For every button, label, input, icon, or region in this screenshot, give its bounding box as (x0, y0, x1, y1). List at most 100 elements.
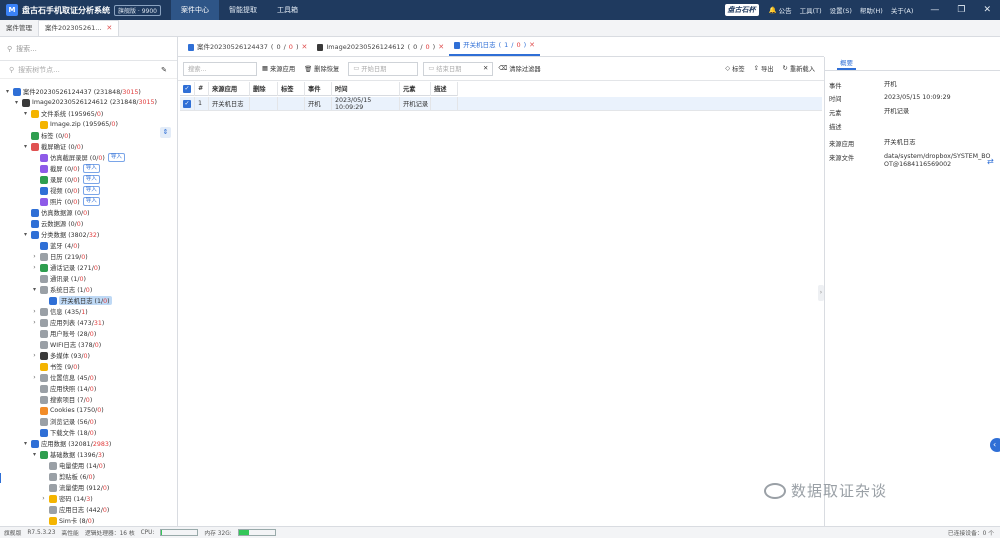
tag-button[interactable]: ◇ 标签 (725, 64, 744, 73)
import-button[interactable]: 导入 (82, 175, 100, 184)
content-tab[interactable]: Image20230526124612 (0/0) ✕ (312, 38, 449, 56)
tree-node[interactable]: ▾ 系统日志 (1/0) (31, 284, 92, 295)
tree-node[interactable]: 电量使用 (14/0) (40, 460, 105, 471)
import-button[interactable]: 导入 (82, 186, 100, 195)
close-icon[interactable]: ✕ (983, 5, 991, 15)
row-checkbox[interactable]: ✓ (180, 96, 195, 111)
panel-search-input[interactable]: 搜索... (16, 44, 37, 54)
col-source-app[interactable]: 来源应用 (209, 81, 250, 96)
tree-node[interactable]: 应用日志 (442/0) (40, 504, 109, 515)
nav-smart-extract[interactable]: 智能提取 (219, 0, 267, 20)
chevron-right-icon[interactable]: › (31, 308, 38, 315)
nav-toolbox[interactable]: 工具箱 (267, 0, 308, 20)
chevron-right-icon[interactable]: › (31, 264, 38, 271)
panel-search[interactable]: ⚲ 搜索... (0, 37, 177, 61)
chevron-down-icon[interactable]: ▾ (4, 88, 11, 95)
chevron-down-icon[interactable]: ▾ (31, 451, 38, 458)
tree-node[interactable]: 开关机日志 (1/0) (40, 295, 112, 306)
tab-summary[interactable]: 概要 (825, 57, 1000, 71)
import-button[interactable]: 导入 (82, 164, 100, 173)
open-source-icon[interactable]: ⇄ (987, 157, 994, 166)
tree-node[interactable]: 截屏 (0/0) 导入 (31, 163, 100, 174)
col-element[interactable]: 元素 (400, 81, 431, 96)
select-all-checkbox[interactable]: ✓ (180, 81, 195, 96)
import-button[interactable]: 导入 (107, 153, 125, 162)
tree-node[interactable]: ▾ 案件20230526124437 (231848/3015) (4, 86, 141, 97)
tree-node[interactable]: ▾ 基础数据 (1396/3) (31, 449, 104, 460)
tree-node[interactable]: › 信息 (435/1) (31, 306, 88, 317)
expand-side-icon[interactable]: ‹ (990, 438, 1000, 452)
locate-icon[interactable]: ⇕ (160, 127, 171, 138)
import-button[interactable]: 导入 (82, 197, 100, 206)
tree-node[interactable]: 通讯录 (1/0) (31, 273, 86, 284)
tree-node[interactable]: › 日历 (219/0) (31, 251, 88, 262)
source-app-filter[interactable]: ▦ 来源应用 (262, 64, 295, 73)
tree-node[interactable]: ▾ 分类数据 (3802/32) (22, 229, 99, 240)
start-date-field[interactable]: ▭ 开始日期 (348, 61, 419, 76)
chevron-down-icon[interactable]: ▾ (22, 143, 29, 150)
tree-node[interactable]: 浏览记录 (56/0) (31, 416, 96, 427)
tree-node[interactable]: 流量使用 (912/0) (40, 482, 109, 493)
col-tag[interactable]: 标签 (278, 81, 305, 96)
chevron-down-icon[interactable]: ▾ (22, 440, 29, 447)
close-tab-icon[interactable]: ✕ (301, 38, 307, 56)
close-tab-icon[interactable]: ✕ (106, 21, 112, 36)
clear-icon[interactable]: ✎ (161, 66, 167, 74)
reload-button[interactable]: ↻ 重新载入 (783, 64, 815, 73)
tree-node[interactable]: › 通话记录 (271/0) (31, 262, 100, 273)
minimize-icon[interactable]: — (930, 5, 939, 15)
tree-node[interactable]: ▾ 应用数据 (32081/2983) (22, 438, 111, 449)
tree-node[interactable]: ▾ Image20230526124612 (231848/3015) (13, 97, 157, 108)
tree-node[interactable]: Image.zip (195965/0) (31, 119, 118, 130)
col-deleted[interactable]: 删除 (250, 81, 278, 96)
clear-date-icon[interactable]: ✕ (483, 65, 488, 72)
tree-search-input[interactable]: 搜索树节点... (18, 65, 60, 75)
tree-node[interactable]: 照片 (0/0) 导入 (31, 196, 100, 207)
end-date-field[interactable]: ▭ 结束日期 ✕ (423, 61, 494, 76)
tree-node[interactable]: › 密码 (14/3) (40, 493, 93, 504)
announcement-button[interactable]: 🔔 公告 (769, 5, 792, 15)
tree-node[interactable]: 应用快照 (14/0) (31, 383, 96, 394)
chevron-right-icon[interactable]: › (40, 495, 47, 502)
help-menu[interactable]: 帮助(H) (860, 5, 883, 15)
tree-node[interactable]: › 多媒体 (93/0) (31, 350, 90, 361)
close-tab-icon[interactable]: ✕ (438, 38, 444, 56)
col-desc[interactable]: 描述 (431, 81, 458, 96)
tab-case-management[interactable]: 案件管理 (0, 21, 38, 36)
chevron-right-icon[interactable]: › (31, 374, 38, 381)
chevron-down-icon[interactable]: ▾ (22, 110, 29, 117)
tree-node[interactable]: 搜索项目 (7/0) (31, 394, 92, 405)
tree-node[interactable]: 云数据源 (0/0) (22, 218, 83, 229)
tree-node[interactable]: 书签 (9/0) (31, 361, 80, 372)
tab-case[interactable]: 案件202305261... ✕ (38, 20, 120, 36)
tree-node[interactable]: 标签 (0/0) (22, 130, 71, 141)
tree-node[interactable]: Cookies (1750/0) (31, 405, 104, 416)
tree-node[interactable]: 录屏 (0/0) 导入 (31, 174, 100, 185)
tree-node[interactable]: 仿真数据源 (0/0) (22, 207, 90, 218)
chevron-right-icon[interactable]: › (31, 253, 38, 260)
tree-node[interactable]: WIFI日志 (378/0) (31, 339, 101, 350)
chevron-down-icon[interactable]: ▾ (22, 231, 29, 238)
content-tab[interactable]: 案件20230526124437 (0/0) ✕ (183, 38, 312, 56)
tree-node[interactable]: 下载文件 (18/0) (31, 427, 96, 438)
tree-node[interactable]: 视频 (0/0) 导入 (31, 185, 100, 196)
tree-node[interactable]: 仿真截屏录屏 (0/0) 导入 (31, 152, 125, 163)
tree-node[interactable]: 剪贴板 (6/0) (40, 471, 95, 482)
tree-node[interactable]: Sim卡 (8/0) (40, 515, 94, 526)
tree-node[interactable]: › 位置信息 (45/0) (31, 372, 96, 383)
tree-node[interactable]: 用户账号 (28/0) (31, 328, 96, 339)
tools-menu[interactable]: 工具(T) (800, 5, 822, 15)
col-time[interactable]: 时间 (332, 81, 400, 96)
tree-node[interactable]: › 应用列表 (473/31) (31, 317, 104, 328)
nav-case-center[interactable]: 案件中心 (171, 0, 219, 20)
export-button[interactable]: ⇪ 导出 (754, 64, 774, 73)
grid-search-input[interactable]: 搜索... (183, 61, 257, 76)
col-event[interactable]: 事件 (305, 81, 332, 96)
content-tab[interactable]: 开关机日志 (1/0) ✕ (449, 36, 541, 56)
settings-menu[interactable]: 设置(S) (830, 5, 852, 15)
tree-node[interactable]: 蓝牙 (4/0) (31, 240, 80, 251)
delete-restore-filter[interactable]: 🗑 删除恢复 (304, 64, 339, 74)
col-num[interactable]: # (195, 81, 209, 96)
tree-node[interactable]: ▾ 文件系统 (195965/0) (22, 108, 103, 119)
table-row[interactable]: ✓ 1 开关机日志 开机 2023/05/15 10:09:29 开机记录 (180, 96, 822, 111)
